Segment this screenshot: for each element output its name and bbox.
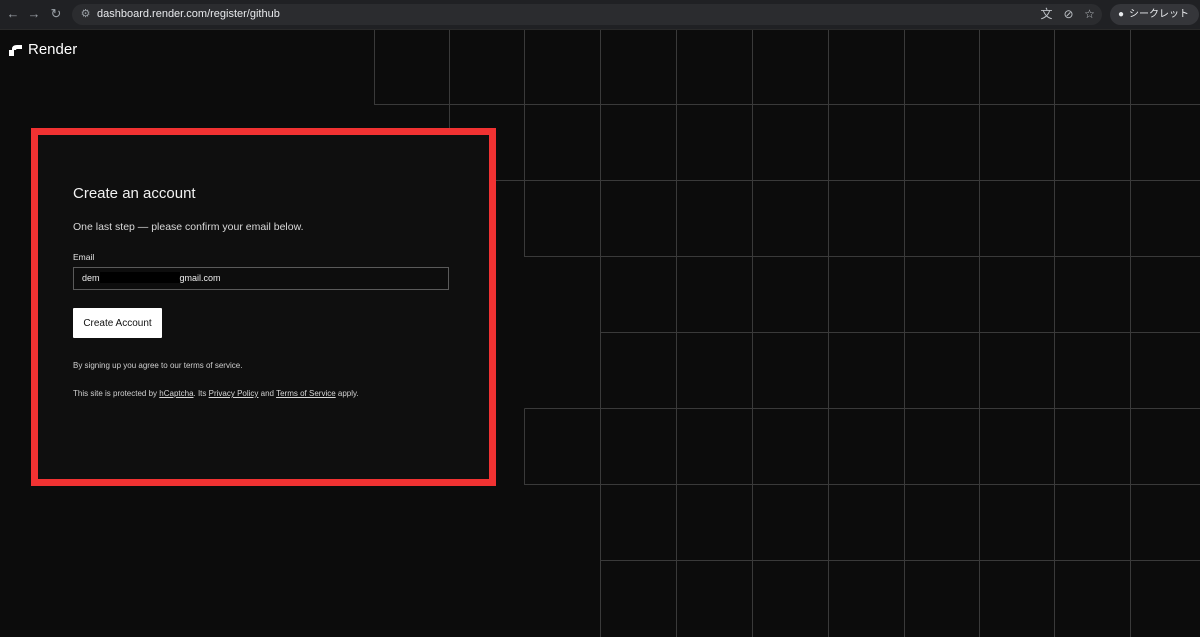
terms-note: By signing up you agree to our terms of …	[73, 361, 243, 370]
translate-icon[interactable]: 文	[1039, 7, 1054, 22]
page-content: Render Create an account One last step —…	[0, 30, 1200, 637]
email-prefix: dem	[82, 273, 100, 283]
page-title: Create an account	[73, 185, 196, 202]
terms-of-service-link[interactable]: Terms of Service	[276, 389, 336, 398]
subtitle: One last step — please confirm your emai…	[73, 221, 304, 233]
captcha-text-middle: . Its	[193, 389, 209, 398]
incognito-icon: ●	[1118, 9, 1125, 20]
captcha-note: This site is protected by hCaptcha. Its …	[73, 389, 359, 398]
signup-card: Create an account One last step — please…	[31, 128, 496, 486]
url-text[interactable]: dashboard.render.com/register/github	[97, 4, 280, 25]
create-account-button[interactable]: Create Account	[73, 308, 162, 338]
incognito-profile-button[interactable]: ● シークレット	[1110, 4, 1200, 25]
browser-toolbar: ← → ↻ ⚙ dashboard.render.com/register/gi…	[0, 0, 1200, 30]
hcaptcha-link[interactable]: hCaptcha	[159, 389, 193, 398]
profile-label: シークレット	[1129, 9, 1190, 20]
captcha-text-prefix: This site is protected by	[73, 389, 160, 398]
captcha-text-and: and	[258, 389, 277, 398]
render-logo[interactable]: Render	[9, 41, 77, 58]
eye-off-icon[interactable]: ⊘	[1061, 7, 1076, 22]
email-field[interactable]: dem gmail.com	[73, 267, 449, 290]
reload-icon[interactable]: ↻	[47, 5, 65, 23]
privacy-policy-link[interactable]: Privacy Policy	[209, 389, 259, 398]
bookmark-star-icon[interactable]: ☆	[1082, 7, 1097, 22]
captcha-text-suffix: apply.	[335, 389, 359, 398]
email-label: Email	[73, 252, 95, 262]
render-logo-icon	[9, 45, 22, 56]
email-suffix: gmail.com	[179, 273, 221, 283]
forward-arrow-icon[interactable]: →	[25, 5, 43, 23]
site-info-icon[interactable]: ⚙	[79, 8, 92, 21]
email-value[interactable]: dem gmail.com	[82, 268, 221, 289]
address-bar[interactable]: ⚙ dashboard.render.com/register/github 文…	[72, 4, 1102, 25]
redaction-bar	[99, 272, 180, 283]
back-arrow-icon[interactable]: ←	[4, 5, 22, 23]
brand-name: Render	[28, 41, 78, 58]
